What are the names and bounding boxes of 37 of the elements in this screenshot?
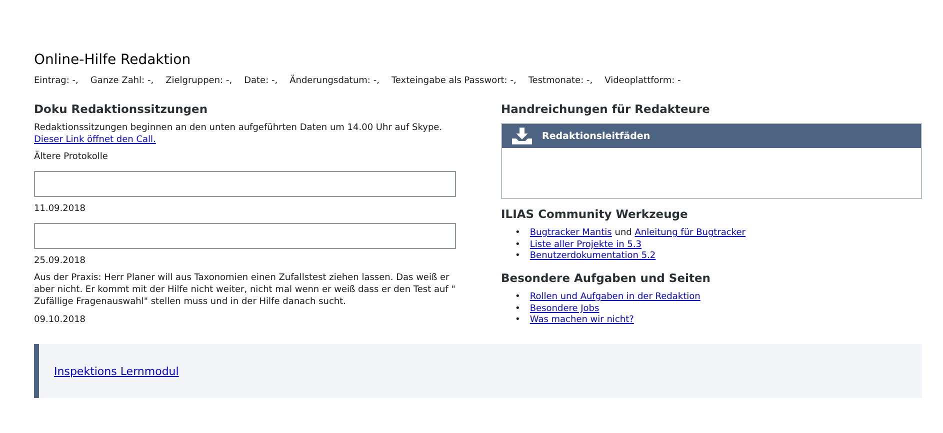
page-title: Online-Hilfe Redaktion — [34, 52, 192, 68]
metadata-field: Texteingabe als Passwort: -, — [391, 76, 516, 86]
bullet: • — [515, 304, 522, 316]
conjunction: und — [614, 228, 632, 238]
section-heading: ILIAS Community Werkzeuge — [501, 207, 689, 221]
link[interactable]: Benutzerdokumentation 5.2 — [530, 251, 656, 262]
section-heading: Handreichungen für Redakteure — [501, 102, 711, 116]
section-heading: Besondere Aufgaben und Seiten — [501, 271, 712, 286]
bullet: • — [515, 240, 522, 252]
metadata-field: Ganze Zahl: -, — [90, 76, 154, 86]
metadata-field: Eintrag: -, — [34, 76, 78, 86]
link[interactable]: Bugtracker Mantis — [530, 228, 612, 238]
bullet: • — [515, 292, 522, 304]
metadata-field: Zielgruppen: -, — [166, 76, 232, 86]
link[interactable]: Anleitung für Bugtracker — [634, 228, 746, 238]
paragraph: Ältere Protokolle — [34, 152, 109, 164]
paragraph: Aus der Praxis: Herr Planer will aus Taxonomien einen Zufallstest ziehen lassen. Das weiß er aber nicht. Er kommt mit der Hilfe nicht weiter, nicht mal wenn er weiß dass er den Test auf " Zufällige Fragenauswahl" stellen muss und in der Hilfe danach sucht. — [34, 273, 456, 308]
module-link[interactable]: Inspektions Lernmodul — [54, 364, 179, 378]
paragraph: 11.09.2018 — [34, 204, 87, 216]
metadata-field: Änderungsdatum: -, — [290, 76, 380, 86]
link[interactable]: Was machen wir nicht? — [530, 315, 634, 326]
link[interactable]: Liste aller Projekte in 5.3 — [530, 240, 642, 250]
paragraph: 25.09.2018 — [34, 256, 87, 268]
metadata-field: Testmonate: -, — [528, 76, 593, 86]
link[interactable]: Besondere Jobs — [530, 304, 600, 314]
section-heading: Doku Redaktionssitzungen — [34, 102, 209, 116]
metadata-field: Date: -, — [244, 76, 278, 86]
bullet: • — [515, 315, 522, 328]
paragraph: Redaktionssitzungen beginnen an den unten aufgeführten Daten um 14.00 Uhr auf Skype. — [34, 123, 444, 135]
download-icon — [512, 127, 532, 145]
bullet: • — [515, 251, 522, 264]
call-link[interactable]: Dieser Link öffnet den Call. — [34, 134, 156, 145]
bullet: • — [515, 228, 522, 240]
panel-title: Redaktionsleitfäden — [542, 130, 650, 142]
link[interactable]: Rollen und Aufgaben in der Redaktion — [530, 292, 700, 302]
paragraph: 09.10.2018 — [34, 314, 87, 326]
metadata-field: Videoplattform: - — [604, 76, 681, 86]
